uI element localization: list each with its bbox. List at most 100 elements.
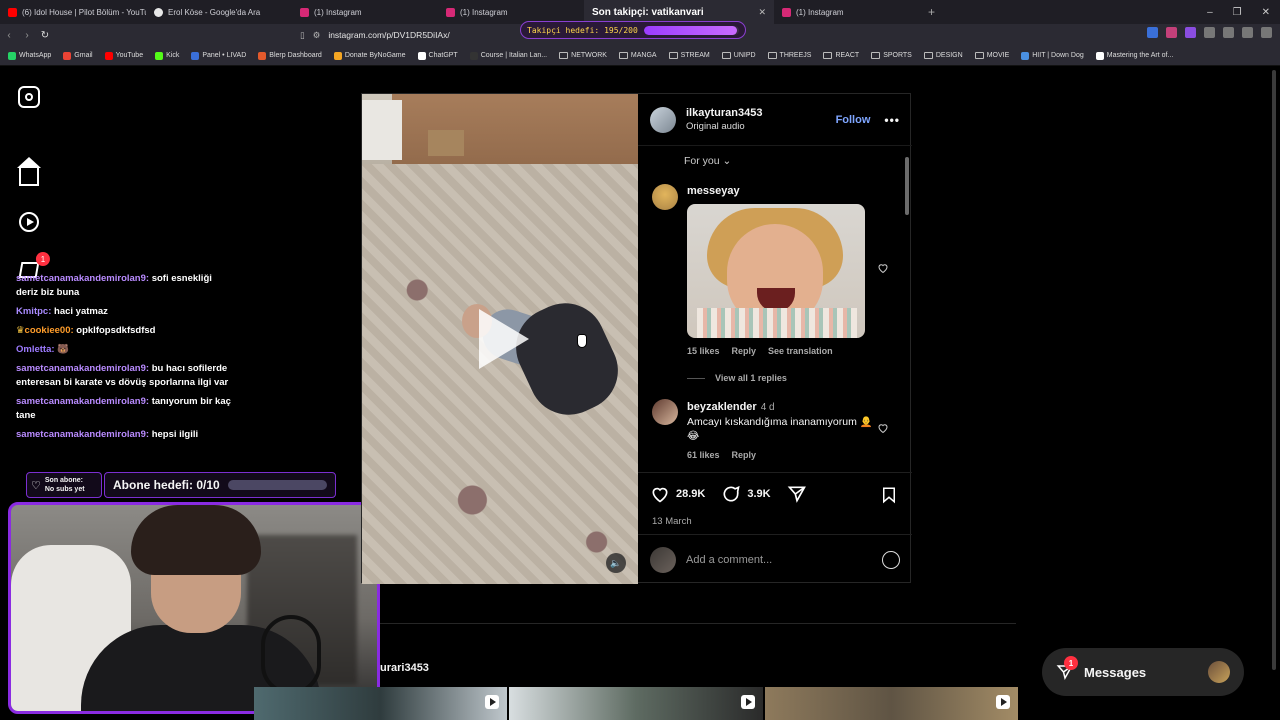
bookmark-item[interactable]: Course | Italian Lan... bbox=[469, 51, 547, 60]
bookmark-item[interactable]: THREEJS bbox=[767, 52, 811, 59]
instagram-logo-icon[interactable] bbox=[18, 86, 40, 108]
tab-title: (1) Instagram bbox=[314, 7, 362, 17]
commenter-avatar[interactable] bbox=[652, 184, 678, 210]
bookmark-item[interactable]: SPORTS bbox=[871, 52, 912, 59]
bookmark-item[interactable]: STREAM bbox=[668, 52, 710, 59]
close-window-icon[interactable]: ✕ bbox=[1262, 7, 1270, 18]
bookmark-item[interactable]: YouTube bbox=[104, 51, 144, 60]
reply-button[interactable]: Reply bbox=[732, 450, 757, 460]
bookmark-item[interactable]: ChatGPT bbox=[417, 51, 458, 60]
chat-user: sametcanamakandemirolan9: bbox=[16, 363, 150, 374]
bookmark-item[interactable]: REACT bbox=[823, 52, 859, 59]
reel-icon bbox=[740, 695, 755, 709]
close-tab-icon[interactable]: ✕ bbox=[758, 7, 766, 18]
add-comment-input[interactable]: Add a comment... bbox=[686, 554, 772, 566]
comment-likes[interactable]: 15 likes bbox=[687, 346, 720, 356]
audio-label[interactable]: Original audio bbox=[686, 120, 762, 134]
like-count[interactable]: 28.9K bbox=[676, 488, 705, 500]
extension-icon[interactable] bbox=[1185, 27, 1196, 38]
browser-tab-3[interactable]: (1) Instagram bbox=[292, 0, 438, 24]
extension-icon[interactable] bbox=[1147, 27, 1158, 38]
back-icon[interactable]: ‹ bbox=[0, 30, 18, 41]
forward-icon[interactable]: › bbox=[18, 30, 36, 41]
comment-like-icon[interactable] bbox=[877, 422, 889, 434]
messages-button[interactable]: 1 Messages bbox=[1042, 648, 1244, 696]
home-icon[interactable] bbox=[17, 157, 41, 186]
emoji-icon[interactable] bbox=[882, 550, 900, 569]
reels-icon[interactable] bbox=[19, 212, 39, 232]
play-icon[interactable] bbox=[479, 309, 529, 369]
last-sub-label: Son abone: bbox=[44, 477, 83, 484]
bookmark-favicon-icon bbox=[191, 51, 200, 60]
reload-icon[interactable]: ↻ bbox=[36, 30, 54, 41]
bookmark-item[interactable]: Mastering the Art of... bbox=[1095, 51, 1173, 60]
extension-icon[interactable] bbox=[1223, 27, 1234, 38]
comment-like-icon[interactable] bbox=[877, 262, 889, 274]
post-thumbnail[interactable] bbox=[254, 687, 508, 720]
more-options-icon[interactable]: ••• bbox=[884, 113, 900, 127]
bookmark-item[interactable]: Kick bbox=[155, 51, 179, 60]
extension-icon[interactable] bbox=[1242, 27, 1253, 38]
save-icon[interactable] bbox=[880, 485, 898, 505]
page-scrollbar[interactable] bbox=[1272, 70, 1278, 710]
bookmark-label: YouTube bbox=[115, 52, 144, 59]
crown-icon: ♛ bbox=[16, 325, 25, 336]
more-posts-label[interactable]: urari3453 bbox=[380, 662, 429, 674]
post-thumbnail[interactable] bbox=[509, 687, 763, 720]
bookmark-item[interactable]: Donate ByNoGame bbox=[333, 51, 406, 60]
bookmark-item[interactable]: Gmail bbox=[63, 51, 93, 60]
extension-icon[interactable] bbox=[1166, 27, 1177, 38]
author-avatar[interactable] bbox=[650, 106, 676, 133]
chat-message: Omletta: 🐻 bbox=[16, 343, 236, 357]
more-posts-grid bbox=[254, 687, 1018, 720]
browser-tab-6[interactable]: (1) Instagram bbox=[774, 0, 920, 24]
volume-icon[interactable]: 🔈 bbox=[606, 553, 626, 573]
bookmark-favicon-icon bbox=[1095, 51, 1104, 60]
view-replies-button[interactable]: View all 1 replies bbox=[687, 373, 787, 383]
commenter-avatar[interactable] bbox=[652, 399, 678, 425]
chat-user: Kmitpc: bbox=[16, 306, 52, 317]
post-thumbnail[interactable] bbox=[764, 687, 1018, 720]
commenter-username[interactable]: messeyay bbox=[687, 185, 740, 197]
new-tab-icon[interactable]: + bbox=[928, 5, 935, 19]
bookmark-item[interactable]: Panel • LIVAD bbox=[191, 51, 246, 60]
last-sub-box: ♡ Son abone: No subs yet bbox=[26, 472, 102, 498]
site-info-icon[interactable]: ⚙ bbox=[313, 30, 321, 41]
for-you-dropdown[interactable]: For you ⌄ bbox=[684, 155, 731, 167]
comment-count[interactable]: 3.9K bbox=[747, 488, 770, 500]
bookmark-item[interactable]: NETWORK bbox=[559, 52, 607, 59]
extension-icon[interactable] bbox=[1204, 27, 1215, 38]
scrollbar-thumb[interactable] bbox=[905, 157, 909, 215]
bookmark-item[interactable]: HIIT | Down Dog bbox=[1021, 51, 1084, 60]
browser-tab-2[interactable]: Erol Köse - Google'da Ara bbox=[146, 0, 292, 24]
comment-icon[interactable] bbox=[721, 484, 741, 504]
commenter-username[interactable]: beyzaklender 4 d bbox=[687, 401, 775, 413]
bookmark-item[interactable]: DESIGN bbox=[923, 52, 963, 59]
reply-button[interactable]: Reply bbox=[732, 346, 757, 356]
share-icon[interactable] bbox=[787, 484, 807, 504]
chat-message: sametcanamakandemirolan9: bu hacı sofile… bbox=[16, 362, 236, 390]
post-header: ilkayturan3453 Original audio Follow ••• bbox=[638, 94, 912, 146]
bookmark-item[interactable]: UNIPD bbox=[721, 52, 756, 59]
page-scrollbar-thumb[interactable] bbox=[1272, 70, 1276, 670]
instagram-favicon-icon bbox=[446, 7, 455, 17]
bookmark-item[interactable]: MOVIE bbox=[974, 52, 1009, 59]
menu-icon[interactable] bbox=[1261, 27, 1272, 38]
comments-scrollbar[interactable] bbox=[905, 151, 910, 471]
bookmark-icon[interactable]: ▯ bbox=[300, 30, 305, 41]
comment-likes[interactable]: 61 likes bbox=[687, 450, 720, 460]
follow-goal-text: Takipçi hedefi: 195/200 bbox=[527, 25, 638, 35]
minimize-icon[interactable]: – bbox=[1207, 7, 1213, 18]
bookmark-item[interactable]: Blerp Dashboard bbox=[258, 51, 322, 60]
author-username[interactable]: ilkayturan3453 bbox=[686, 106, 762, 120]
follow-button[interactable]: Follow bbox=[836, 114, 871, 126]
see-translation-button[interactable]: See translation bbox=[768, 346, 833, 356]
chat-message: sametcanamakandemirolan9: hepsi ilgili bbox=[16, 428, 236, 442]
post-video[interactable]: 🔈 bbox=[362, 94, 638, 584]
chat-user: sametcanamakandemirolan9: bbox=[16, 273, 150, 284]
bookmark-item[interactable]: WhatsApp bbox=[8, 51, 51, 60]
bookmark-item[interactable]: MANGA bbox=[618, 52, 657, 59]
maximize-icon[interactable]: ❐ bbox=[1233, 7, 1242, 18]
like-icon[interactable] bbox=[650, 484, 670, 504]
browser-tab-1[interactable]: (6) Idol House | Pilot Bölüm - YouTub bbox=[0, 0, 146, 24]
